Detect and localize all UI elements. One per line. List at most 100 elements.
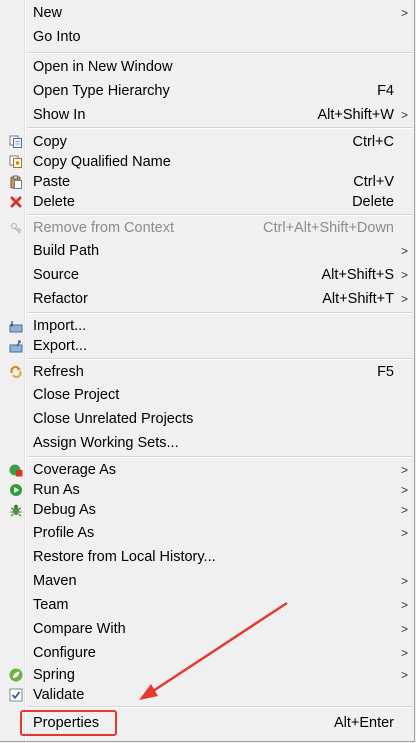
validate-check-icon bbox=[9, 688, 23, 702]
submenu-arrow-icon: > bbox=[400, 646, 408, 660]
paste-icon bbox=[9, 175, 23, 189]
menu-item-paste[interactable]: Paste Ctrl+V bbox=[0, 172, 414, 192]
menu-item-refresh[interactable]: Refresh F5 bbox=[0, 362, 414, 382]
menu-item-label: Import... bbox=[33, 318, 87, 334]
spring-leaf-icon bbox=[9, 668, 23, 682]
menu-item-team[interactable]: Team > bbox=[0, 594, 414, 616]
menu-item-debug-as[interactable]: Debug As > bbox=[0, 500, 414, 520]
submenu-arrow-icon: > bbox=[400, 526, 408, 540]
menu-item-new[interactable]: New > bbox=[0, 2, 414, 24]
menu-item-label: Configure bbox=[33, 645, 96, 661]
submenu-arrow-icon: > bbox=[400, 6, 408, 20]
submenu-arrow-icon: > bbox=[400, 503, 408, 517]
submenu-arrow-icon: > bbox=[400, 622, 408, 636]
menu-item-shortcut: Ctrl+C bbox=[352, 134, 395, 150]
menu-item-maven[interactable]: Maven > bbox=[0, 570, 414, 592]
menu-item-label: Refactor bbox=[33, 291, 88, 307]
properties-highlight-box bbox=[20, 710, 117, 736]
menu-item-label: Delete bbox=[33, 194, 75, 210]
menu-item-open-type-hierarchy[interactable]: Open Type Hierarchy F4 bbox=[0, 80, 414, 102]
refresh-icon bbox=[9, 365, 23, 379]
menu-item-label: Close Unrelated Projects bbox=[33, 411, 194, 427]
menu-item-label: Assign Working Sets... bbox=[33, 435, 179, 451]
menu-item-shortcut: Ctrl+Alt+Shift+Down bbox=[263, 220, 394, 236]
menu-item-label: Copy bbox=[33, 134, 67, 150]
menu-item-compare-with[interactable]: Compare With > bbox=[0, 618, 414, 640]
menu-item-source[interactable]: Source Alt+Shift+S > bbox=[0, 264, 414, 286]
coverage-icon bbox=[9, 463, 23, 477]
menu-item-label: Remove from Context bbox=[33, 220, 175, 236]
menu-item-label: Refresh bbox=[33, 364, 84, 380]
menu-item-label: Build Path bbox=[33, 243, 100, 259]
menu-item-label: Source bbox=[33, 267, 79, 283]
submenu-arrow-icon: > bbox=[400, 668, 408, 682]
menu-item-export[interactable]: Export... bbox=[0, 336, 414, 356]
menu-item-assign-working-sets[interactable]: Assign Working Sets... bbox=[0, 432, 414, 454]
menu-item-copy-qualified-name[interactable]: Copy Qualified Name bbox=[0, 152, 414, 172]
menu-item-label: Team bbox=[33, 597, 69, 613]
menu-separator bbox=[27, 127, 413, 129]
submenu-arrow-icon: > bbox=[400, 292, 408, 306]
debug-bug-icon bbox=[9, 503, 23, 517]
menu-item-show-in[interactable]: Show In Alt+Shift+W > bbox=[0, 104, 414, 126]
import-icon bbox=[9, 319, 23, 333]
menu-item-label: Maven bbox=[33, 573, 77, 589]
menu-item-close-unrelated-projects[interactable]: Close Unrelated Projects bbox=[0, 408, 414, 430]
menu-item-label: Run As bbox=[33, 482, 80, 498]
menu-item-shortcut: Alt+Shift+W bbox=[317, 107, 394, 123]
menu-item-label: Validate bbox=[33, 687, 85, 703]
menu-item-label: Compare With bbox=[33, 621, 126, 637]
run-icon bbox=[9, 483, 23, 497]
menu-item-shortcut: Alt+Shift+S bbox=[321, 267, 394, 283]
menu-separator bbox=[27, 358, 413, 360]
submenu-arrow-icon: > bbox=[400, 108, 408, 122]
submenu-arrow-icon: > bbox=[400, 463, 408, 477]
menu-item-label: Close Project bbox=[33, 387, 120, 403]
submenu-arrow-icon: > bbox=[400, 574, 408, 588]
menu-item-build-path[interactable]: Build Path > bbox=[0, 240, 414, 262]
menu-item-shortcut: Delete bbox=[352, 194, 394, 210]
menu-item-open-in-new-window[interactable]: Open in New Window bbox=[0, 56, 414, 78]
menu-item-coverage-as[interactable]: Coverage As > bbox=[0, 460, 414, 480]
menu-item-shortcut: F5 bbox=[377, 364, 394, 380]
remove-context-icon bbox=[9, 221, 23, 235]
menu-item-label: Profile As bbox=[33, 525, 95, 541]
menu-item-shortcut: Alt+Shift+T bbox=[322, 291, 394, 307]
menu-item-spring[interactable]: Spring > bbox=[0, 665, 414, 685]
menu-item-label: Show In bbox=[33, 107, 86, 123]
menu-item-shortcut: F4 bbox=[377, 83, 394, 99]
menu-item-label: Spring bbox=[33, 667, 75, 683]
menu-item-label: Debug As bbox=[33, 502, 96, 518]
menu-item-label: Go Into bbox=[33, 29, 81, 45]
menu-separator bbox=[27, 706, 413, 708]
menu-item-refactor[interactable]: Refactor Alt+Shift+T > bbox=[0, 288, 414, 310]
submenu-arrow-icon: > bbox=[400, 268, 408, 282]
menu-separator bbox=[27, 456, 413, 458]
menu-item-label: Open Type Hierarchy bbox=[33, 83, 170, 99]
menu-item-shortcut: Alt+Enter bbox=[333, 715, 394, 731]
menu-item-label: Open in New Window bbox=[33, 59, 173, 75]
menu-item-close-project[interactable]: Close Project bbox=[0, 384, 414, 406]
export-icon bbox=[9, 339, 23, 353]
menu-item-shortcut: Ctrl+V bbox=[353, 174, 394, 190]
context-menu: New > Go Into Open in New Window Open Type H… bbox=[0, 0, 415, 742]
menu-item-profile-as[interactable]: Profile As > bbox=[0, 522, 414, 544]
menu-item-run-as[interactable]: Run As > bbox=[0, 480, 414, 500]
menu-item-go-into[interactable]: Go Into bbox=[0, 26, 414, 48]
menu-item-import[interactable]: Import... bbox=[0, 316, 414, 336]
submenu-arrow-icon: > bbox=[400, 244, 408, 258]
submenu-arrow-icon: > bbox=[400, 598, 408, 612]
menu-item-remove-from-context: Remove from Context Ctrl+Alt+Shift+Down bbox=[0, 218, 414, 238]
submenu-arrow-icon: > bbox=[400, 483, 408, 497]
menu-item-label: Restore from Local History... bbox=[33, 549, 216, 565]
menu-item-label: Export... bbox=[33, 338, 87, 354]
menu-separator bbox=[27, 312, 413, 314]
menu-item-delete[interactable]: Delete Delete bbox=[0, 192, 414, 212]
menu-item-validate[interactable]: Validate bbox=[0, 685, 414, 705]
menu-item-restore-from-local-history[interactable]: Restore from Local History... bbox=[0, 546, 414, 568]
menu-item-copy[interactable]: Copy Ctrl+C bbox=[0, 132, 414, 152]
menu-item-label: Coverage As bbox=[33, 462, 117, 478]
menu-separator bbox=[27, 214, 413, 216]
menu-item-configure[interactable]: Configure > bbox=[0, 642, 414, 664]
delete-icon bbox=[9, 195, 23, 209]
